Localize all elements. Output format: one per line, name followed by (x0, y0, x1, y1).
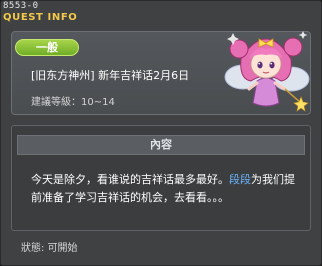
category-tag: 一般 (15, 39, 79, 56)
quest-title: [旧东方神州] 新年吉祥话2月6日 (31, 69, 190, 82)
quest-info-window: 8553-0 QUEST INFO 一般 [旧东方神州] 新年吉祥话2月6日 建… (0, 0, 322, 266)
fairy-npc-icon (224, 31, 310, 112)
content-section-header: 內容 (17, 135, 305, 155)
quest-status: 狀態: 可開始 (21, 243, 78, 254)
recommended-level: 建議等級：10~14 (31, 97, 115, 108)
description-text-start: 今天是除夕，看谁说的吉祥话最多最好。 (31, 173, 229, 186)
npc-name-link[interactable]: 段段 (229, 173, 251, 186)
quest-description: 今天是除夕，看谁说的吉祥话最多最好。段段为我们提前准备了学习吉祥话的机会，去看看… (31, 171, 301, 207)
window-title: QUEST INFO (3, 12, 78, 23)
quest-id: 8553-0 (3, 1, 39, 11)
